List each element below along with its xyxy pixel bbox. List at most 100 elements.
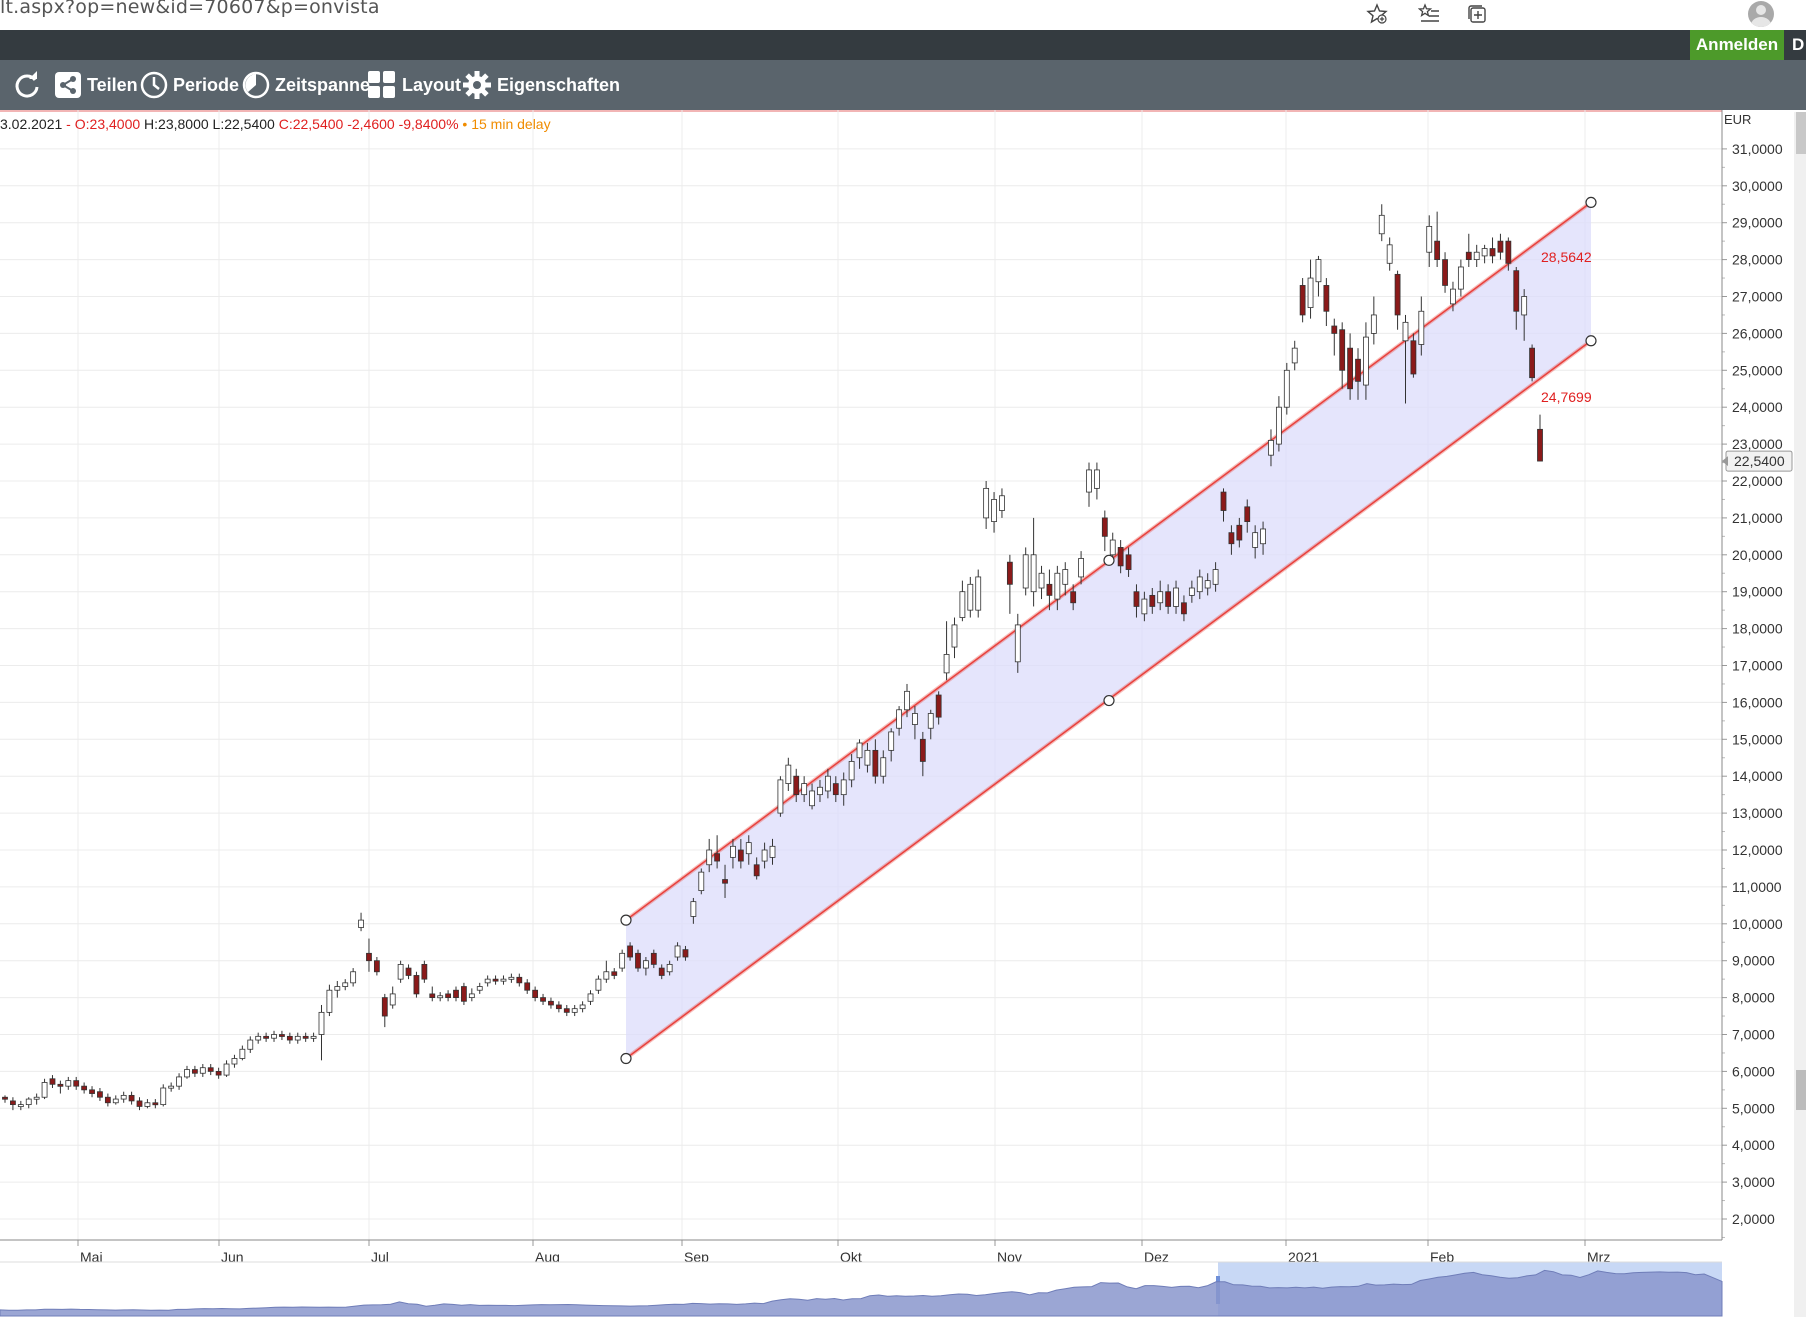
share-icon [55, 72, 81, 98]
header-edge-label[interactable]: D [1786, 30, 1806, 60]
y-tick-label: 22,0000 [1732, 473, 1783, 489]
candle-up [809, 790, 815, 807]
timespan-button[interactable]: Zeitspanne [242, 60, 370, 110]
candle-up [231, 1058, 238, 1065]
properties-button[interactable]: Eigenschaften [462, 60, 620, 110]
candle-up [896, 709, 902, 729]
candle-up [247, 1039, 254, 1050]
candle-up [1109, 539, 1116, 556]
candle-up [184, 1069, 190, 1078]
candle-down [1228, 532, 1235, 545]
layout-grid-icon [368, 71, 395, 98]
candle-up [1054, 572, 1061, 600]
chart-toolbar: Teilen Periode Zeitspanne Layout Eigensc… [0, 60, 1806, 110]
chart-scrollbar-thumb-bottom [1796, 1070, 1806, 1110]
candle-down [1165, 591, 1172, 607]
candle-up [255, 1035, 262, 1041]
candle-down [1434, 240, 1441, 260]
candle-up [1078, 558, 1084, 578]
candle-up [904, 690, 910, 711]
candle-down [286, 1035, 293, 1041]
candle-down [152, 1102, 159, 1106]
period-button[interactable]: Periode [140, 60, 239, 110]
refresh-button[interactable] [12, 60, 47, 110]
quote-close: C:22,5400 [278, 116, 344, 132]
y-tick-label: 13,0000 [1732, 805, 1783, 821]
timespan-icon [242, 71, 270, 99]
candle-up [223, 1063, 230, 1076]
candle-down [73, 1080, 80, 1087]
y-tick-label: 28,0000 [1732, 252, 1783, 268]
candle-down [57, 1083, 64, 1087]
quote-sep: - [62, 116, 75, 132]
y-tick-label: 27,0000 [1732, 289, 1783, 305]
candle-up [310, 1035, 317, 1039]
candle-up [1204, 580, 1211, 589]
candle-up [1252, 532, 1259, 548]
candle-down [263, 1035, 270, 1039]
candle-up [1283, 369, 1290, 408]
url-text[interactable]: lt.aspx?op=new&id=70607&p=onvista [0, 0, 380, 18]
candle-down [753, 864, 760, 877]
candle-down [1347, 347, 1354, 390]
login-button[interactable]: Anmelden [1690, 30, 1784, 60]
candle-up [706, 849, 713, 866]
candle-up [587, 993, 594, 1002]
candle-up [1402, 321, 1409, 342]
candle-up [1260, 528, 1266, 545]
candle-up [603, 971, 610, 980]
candle-up [199, 1067, 206, 1074]
candle-up [160, 1087, 167, 1106]
y-tick-label: 14,0000 [1732, 768, 1783, 784]
candle-up [927, 713, 934, 729]
candle-up [674, 945, 681, 958]
candle-up [959, 591, 966, 618]
star-add-icon[interactable] [1364, 2, 1390, 26]
candle-up [1457, 266, 1464, 290]
channel-anchor-handle [1103, 554, 1115, 566]
y-tick-label: 24,0000 [1732, 399, 1783, 415]
quote-change-pct: -9,8400% [398, 116, 459, 132]
candle-down [1125, 554, 1132, 570]
share-button[interactable]: Teilen [54, 60, 138, 110]
profile-avatar[interactable] [1748, 1, 1774, 27]
properties-label: Eigenschaften [497, 74, 621, 95]
candle-down [540, 997, 546, 1002]
candle-up [579, 1004, 586, 1010]
candle-down [136, 1100, 143, 1107]
candle-down [215, 1071, 222, 1076]
layout-button[interactable]: Layout [367, 60, 461, 110]
candle-up [1022, 554, 1029, 589]
candle-down [935, 694, 942, 718]
candle-down [1513, 270, 1520, 312]
candle-down [89, 1089, 95, 1094]
candle-up [33, 1096, 40, 1100]
y-tick-label: 23,0000 [1732, 436, 1783, 452]
candle-down [548, 1000, 554, 1006]
quote-date: 3.02.2021 [0, 116, 63, 132]
candle-up [1173, 587, 1179, 607]
favorites-list-icon[interactable] [1416, 2, 1442, 26]
candle-up [824, 775, 831, 792]
candle-down [128, 1094, 135, 1102]
candle-up [508, 976, 515, 980]
candle-up [1188, 587, 1195, 596]
quote-delay: 15 min delay [471, 116, 551, 132]
y-tick-label: 8,0000 [1732, 990, 1775, 1006]
quote-status-line: 3.02.2021 - O:23,4000 H:23,8000 L:22,540… [0, 116, 551, 132]
candle-down [1331, 325, 1338, 334]
candle-up [983, 487, 990, 519]
candle-up [1378, 214, 1385, 235]
last-price-label: 22,5400 [1734, 453, 1785, 469]
candle-up [1062, 569, 1069, 585]
price-chart[interactable]: 31,0000 30,0000 29,0000 28,0000 27,0000 26,00… [0, 110, 1806, 1320]
y-tick-label: 16,0000 [1732, 694, 1783, 710]
candle-down [2, 1096, 8, 1100]
period-label: Periode [173, 74, 240, 95]
y-tick-label: 2,0000 [1732, 1211, 1775, 1227]
collections-icon[interactable] [1464, 2, 1490, 26]
channel-lower-value-label: 24,7699 [1541, 389, 1592, 405]
candle-up [294, 1035, 301, 1041]
candle-down [1046, 583, 1053, 596]
candle-up [318, 1011, 325, 1035]
